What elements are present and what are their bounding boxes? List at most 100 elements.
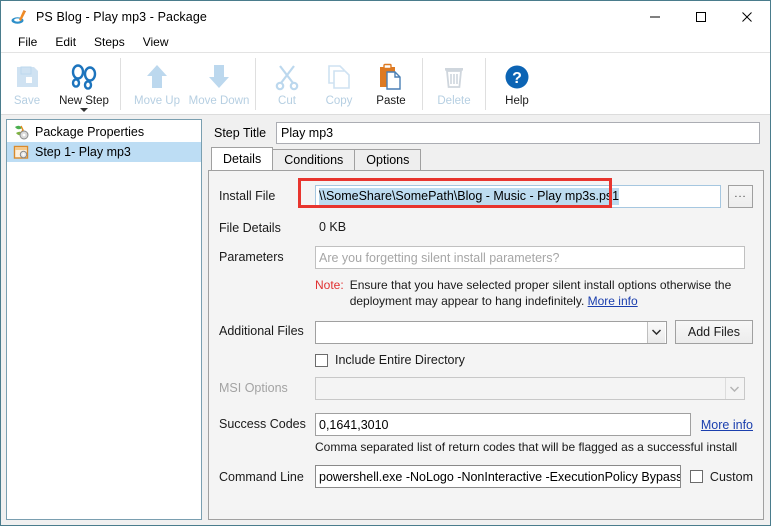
arrow-down-icon	[206, 61, 232, 93]
custom-checkbox[interactable]	[689, 470, 703, 483]
sidebar-item-package-properties[interactable]: Package Properties	[7, 122, 201, 142]
toolbar-new-step-label: New Step	[59, 95, 109, 107]
command-line-input[interactable]: powershell.exe -NoLogo -NonInteractive -…	[315, 465, 681, 488]
menu-view[interactable]: View	[134, 34, 178, 51]
chevron-down-icon[interactable]	[646, 321, 665, 343]
menu-steps[interactable]: Steps	[85, 34, 134, 51]
toolbar-copy-label: Copy	[325, 95, 353, 107]
tab-details-label: Details	[223, 152, 262, 166]
toolbar-save-label: Save	[13, 95, 41, 107]
toolbar-help-label: Help	[505, 95, 529, 107]
tab-options[interactable]: Options	[354, 149, 422, 170]
custom-label: Custom	[709, 469, 753, 484]
additional-files-combo[interactable]	[315, 320, 667, 344]
arrow-up-icon	[144, 61, 170, 93]
browse-button-label: ...	[734, 188, 747, 200]
step-title-input[interactable]: Play mp3	[276, 122, 760, 144]
toolbar: Save New Step Move Up Move Down Cut Copy…	[1, 53, 770, 115]
toolbar-cut-label: Cut	[278, 95, 296, 107]
chevron-down-icon[interactable]	[80, 108, 88, 112]
details-tab-panel: Install File \\SomeShare\SomePath\Blog -…	[208, 170, 764, 520]
parameters-input[interactable]: Are you forgetting silent install parame…	[315, 246, 745, 269]
command-line-custom-group[interactable]: Custom	[689, 469, 753, 484]
package-properties-icon	[13, 124, 29, 140]
success-codes-label: Success Codes	[219, 417, 306, 431]
tab-strip: Details Conditions Options	[208, 147, 765, 170]
close-button[interactable]	[724, 1, 770, 32]
additional-files-label: Additional Files	[219, 324, 304, 338]
success-codes-row: Success Codes 0,1641,3010 More info	[209, 413, 763, 436]
file-details-value: 0 KB	[319, 220, 347, 234]
toolbar-copy-button[interactable]: Copy	[313, 56, 365, 114]
menu-file[interactable]: File	[9, 34, 46, 51]
add-files-label: Add Files	[687, 325, 740, 339]
toolbar-move-up-button[interactable]: Move Up	[126, 56, 188, 114]
success-codes-more-info-link[interactable]: More info	[701, 418, 753, 432]
tab-details[interactable]: Details	[211, 147, 274, 170]
toolbar-separator	[120, 58, 121, 110]
tab-options-label: Options	[366, 153, 410, 167]
save-icon	[13, 61, 41, 93]
step-title-label: Step Title	[214, 126, 267, 140]
include-entire-directory-row[interactable]: Include Entire Directory	[209, 353, 763, 367]
steps-tree: Package Properties Step 1- Play mp3	[6, 119, 202, 520]
tab-conditions[interactable]: Conditions	[272, 149, 356, 170]
command-line-value: powershell.exe -NoLogo -NonInteractive -…	[319, 469, 681, 484]
copy-icon	[326, 61, 352, 93]
sidebar-item-step-1[interactable]: Step 1- Play mp3	[7, 142, 201, 162]
toolbar-delete-label: Delete	[437, 95, 471, 107]
install-file-row: Install File \\SomeShare\SomePath\Blog -…	[209, 185, 763, 208]
toolbar-save-button[interactable]: Save	[1, 56, 53, 114]
toolbar-move-down-button[interactable]: Move Down	[188, 56, 250, 114]
tab-conditions-label: Conditions	[284, 153, 344, 167]
success-codes-input[interactable]: 0,1641,3010	[315, 413, 691, 436]
window-title: PS Blog - Play mp3 - Package	[36, 9, 207, 24]
new-step-icon	[69, 61, 99, 93]
msi-options-label: MSI Options	[219, 381, 288, 395]
file-details-label: File Details	[219, 221, 281, 235]
toolbar-new-step-button[interactable]: New Step	[53, 56, 115, 114]
include-entire-directory-label: Include Entire Directory	[335, 353, 465, 367]
menu-bar: File Edit Steps View	[1, 32, 770, 53]
toolbar-separator	[485, 58, 486, 110]
toolbar-paste-button[interactable]: Paste	[365, 56, 417, 114]
main-body: Package Properties Step 1- Play mp3 Step…	[1, 115, 770, 525]
toolbar-paste-label: Paste	[376, 95, 406, 107]
step-editor-pane: Step Title Play mp3 Details Conditions O…	[208, 119, 765, 520]
minimize-button[interactable]	[632, 1, 678, 32]
toolbar-separator	[422, 58, 423, 110]
svg-text:?: ?	[512, 70, 522, 87]
sidebar-item-label: Package Properties	[35, 125, 145, 139]
include-entire-directory-checkbox[interactable]	[315, 353, 328, 367]
step-icon	[13, 144, 29, 160]
install-file-label: Install File	[219, 189, 276, 203]
success-codes-value: 0,1641,3010	[319, 417, 389, 432]
install-file-browse-button[interactable]: ...	[728, 185, 753, 208]
toolbar-help-button[interactable]: ? Help	[491, 56, 543, 114]
chevron-down-icon	[725, 378, 743, 399]
command-line-row: Command Line powershell.exe -NoLogo -Non…	[209, 465, 763, 488]
scissors-icon	[274, 61, 300, 93]
note-text: Ensure that you have selected proper sil…	[349, 278, 732, 308]
install-file-value: \\SomeShare\SomePath\Blog - Music - Play…	[319, 188, 620, 205]
toolbar-delete-button[interactable]: Delete	[428, 56, 480, 114]
msi-options-combo	[315, 377, 745, 400]
step-title-value: Play mp3	[281, 126, 334, 140]
app-icon	[10, 8, 28, 26]
toolbar-cut-button[interactable]: Cut	[261, 56, 313, 114]
parameters-label: Parameters	[219, 250, 284, 264]
add-files-button[interactable]: Add Files	[674, 320, 753, 344]
parameters-placeholder: Are you forgetting silent install parame…	[319, 250, 560, 265]
additional-files-row: Additional Files Add Files	[209, 320, 763, 344]
menu-edit[interactable]: Edit	[46, 34, 85, 51]
step-title-row: Step Title Play mp3	[208, 119, 765, 147]
file-details-row: File Details 0 KB	[209, 217, 763, 235]
maximize-button[interactable]	[678, 1, 724, 32]
note-more-info-link[interactable]: More info	[588, 294, 638, 308]
application-window: PS Blog - Play mp3 - Package File Edit S…	[0, 0, 771, 526]
success-codes-helper-text: Comma separated list of return codes tha…	[315, 440, 738, 454]
note-tag: Note:	[315, 278, 344, 292]
toolbar-move-up-label: Move Up	[133, 95, 181, 107]
install-file-input[interactable]: \\SomeShare\SomePath\Blog - Music - Play…	[315, 185, 721, 208]
sidebar-item-label: Step 1- Play mp3	[35, 145, 131, 159]
